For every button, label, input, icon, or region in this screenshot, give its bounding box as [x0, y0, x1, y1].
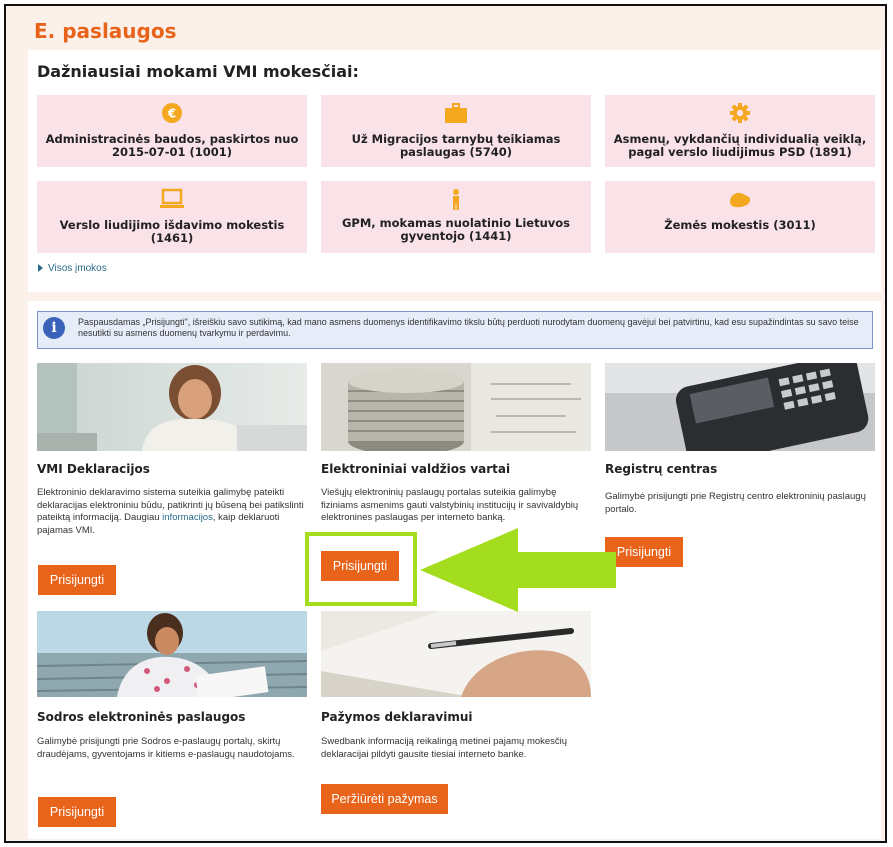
all-payments-link[interactable]: Visos įmokos	[38, 263, 107, 274]
laptop-icon	[160, 188, 184, 208]
sodra-login-button[interactable]: Prisijungti	[38, 797, 116, 827]
tax-tile-label: Žemės mokestis (3011)	[664, 218, 816, 232]
land-icon	[730, 192, 751, 208]
hand-with-pen-photo	[321, 611, 591, 697]
tax-tile-label: Asmenų, vykdančių individualią veiklą, pa…	[613, 132, 867, 159]
service-title-sodra: Sodros elektroninės paslaugos	[37, 710, 246, 724]
tax-tile-land-tax[interactable]: Žemės mokestis (3011)	[605, 181, 875, 253]
vmi-login-button[interactable]: Prisijungti	[38, 565, 116, 595]
tax-tile-label: Administracinės baudos, paskirtos nuo 201…	[45, 132, 299, 159]
page-title: E. paslaugos	[34, 19, 177, 43]
tax-tile-label: Už Migracijos tarnybų teikiamas paslaugas…	[351, 132, 561, 159]
view-certificates-button[interactable]: Peržiūrėti pažymas	[321, 784, 448, 814]
mobile-phone-photo	[605, 363, 875, 451]
person-icon	[453, 189, 459, 210]
euro-coin-icon: €	[162, 103, 182, 123]
tax-tile-administrative-fines[interactable]: € Administracinės baudos, paskirtos nuo 2…	[37, 95, 307, 167]
service-desc-pazymos: Swedbank informaciją reikalingą metinei …	[321, 736, 568, 760]
more-info-link[interactable]: informacijos	[162, 512, 213, 523]
consent-notice: i Paspausdamas „Prisijungti", išreiškiu …	[37, 311, 873, 349]
service-desc-sodra: Galimybė prisijungti prie Sodros e-pasla…	[37, 736, 295, 760]
all-payments-link-label: Visos įmokos	[48, 263, 107, 274]
info-icon: i	[43, 317, 65, 339]
service-desc-registru-centras: Galimybė prisijungti prie Registrų centr…	[605, 491, 866, 515]
registru-centras-login-button[interactable]: Prisijungti	[605, 537, 683, 567]
service-title-vmi: VMI Deklaracijos	[37, 462, 150, 476]
tax-tile-label: GPM, mokamas nuolatinio Lietuvos gyventoj…	[341, 216, 570, 243]
tax-tile-individual-activity-psd[interactable]: Asmenų, vykdančių individualią veiklą, pa…	[605, 95, 875, 167]
tax-tile-gpm-resident[interactable]: GPM, mokamas nuolatinio Lietuvos gyventoj…	[321, 181, 591, 253]
tax-tile-label: Verslo liudijimo išdavimo mokestis (1461)	[59, 218, 285, 245]
man-with-laptop-photo	[37, 363, 307, 451]
tax-tile-business-certificate[interactable]: Verslo liudijimo išdavimo mokestis (1461)	[37, 181, 307, 253]
frequent-taxes-subtitle: Dažniausiai mokami VMI mokesčiai:	[37, 62, 359, 81]
annotation-highlight-box	[305, 532, 417, 606]
service-desc-vmi: Elektroninio deklaravimo sistema suteiki…	[37, 487, 305, 537]
consent-notice-text: Paspausdamas „Prisijungti", išreiškiu sa…	[78, 317, 859, 338]
service-title-pazymos: Pažymos deklaravimui	[321, 710, 473, 724]
service-title-registru-centras: Registrų centras	[605, 462, 718, 476]
coins-stack-photo	[321, 363, 591, 451]
gear-icon	[730, 103, 750, 123]
annotation-arrow-icon	[420, 528, 616, 612]
svg-text:€: €	[167, 107, 176, 121]
briefcase-icon	[445, 103, 467, 123]
frequent-taxes-panel	[28, 50, 881, 292]
woman-reading-photo	[37, 611, 307, 697]
service-title-evaldzia: Elektroniniai valdžios vartai	[321, 462, 511, 476]
service-desc-evaldzia: Viešųjų elektroninių paslaugų portalas s…	[321, 487, 579, 523]
tax-tile-migration-services[interactable]: Už Migracijos tarnybų teikiamas paslaugas…	[321, 95, 591, 167]
triangle-right-icon	[38, 264, 43, 273]
